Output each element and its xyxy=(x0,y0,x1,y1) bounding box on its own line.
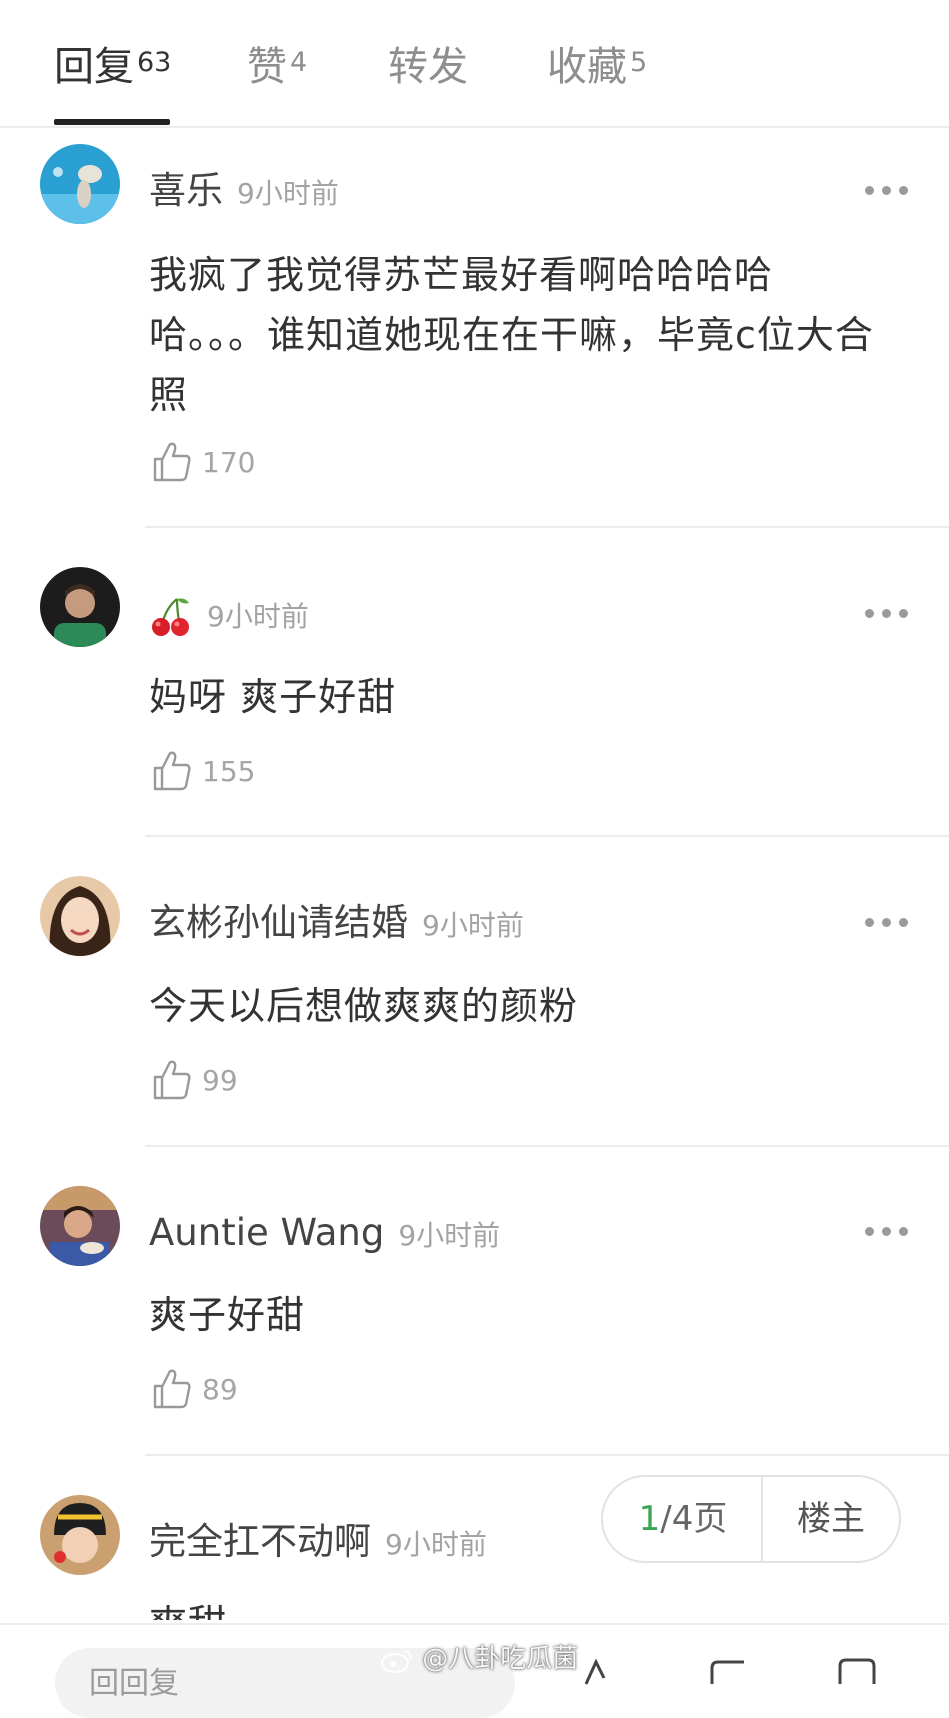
comment-author[interactable]: Auntie Wang 9小时前 xyxy=(149,1211,500,1258)
author-name: 玄彬孙仙请结婚 xyxy=(149,901,408,944)
thumbs-up-icon xyxy=(153,442,191,482)
comment-divider xyxy=(145,835,949,837)
avatar[interactable] xyxy=(40,1495,120,1575)
watermark-text: @八卦吃瓜菌 xyxy=(422,1644,579,1674)
avatar-image-woman xyxy=(40,876,120,956)
thumbs-up-icon xyxy=(153,1369,191,1409)
comment-text: 我疯了我觉得苏芒最好看啊哈哈哈哈 哈。。。谁知道她现在在干嘛，毕竟c位大合 照 xyxy=(149,253,874,417)
avatar-image-eating xyxy=(40,1186,120,1266)
tab-replies-count: 63 xyxy=(137,47,172,78)
tab-favorites-label: 收藏 xyxy=(547,44,627,90)
comment-time: 9小时前 xyxy=(207,599,309,633)
avatar-image-swimmer xyxy=(40,144,120,224)
weibo-watermark: @八卦吃瓜菌 xyxy=(380,1638,578,1675)
comment-time: 9小时前 xyxy=(398,1219,501,1252)
comment-text: 妈呀 爽子好甜 xyxy=(149,675,397,719)
total-pages: /4页 xyxy=(660,1499,728,1539)
more-options-icon[interactable] xyxy=(865,606,911,620)
author-name: 完全扛不动啊 xyxy=(149,1520,371,1563)
comment-author[interactable]: 喜乐 9小时前 xyxy=(149,169,339,216)
bottom-bar-divider xyxy=(0,1623,949,1625)
tab-replies[interactable]: 回复 63 xyxy=(54,42,171,92)
thumbs-up-icon xyxy=(153,751,191,791)
weibo-logo-icon xyxy=(380,1649,413,1673)
current-page: 1 xyxy=(638,1499,661,1539)
comment-time: 9小时前 xyxy=(422,909,524,942)
comment-icon[interactable] xyxy=(706,1656,750,1686)
tab-likes-count: 4 xyxy=(290,47,308,78)
comment-divider xyxy=(145,1454,949,1456)
page-navigator: 1/4页 楼主 xyxy=(601,1475,901,1563)
avatar[interactable] xyxy=(40,144,120,224)
tab-favorites[interactable]: 收藏 5 xyxy=(547,42,647,92)
comment-author[interactable]: 玄彬孙仙请结婚 9小时前 xyxy=(149,901,524,948)
reply-placeholder: 回回复 xyxy=(89,1666,179,1701)
tab-replies-label: 回复 xyxy=(54,44,134,90)
like-count: 170 xyxy=(202,445,256,479)
comment-text: 今天以后想做爽爽的颜粉 xyxy=(149,984,579,1028)
comment-time: 9小时前 xyxy=(237,177,339,210)
like-button[interactable]: 155 xyxy=(152,749,255,793)
more-options-icon[interactable] xyxy=(865,915,911,929)
more-options-icon[interactable] xyxy=(865,183,911,197)
page-indicator-button[interactable]: 1/4页 xyxy=(603,1477,763,1561)
tab-reposts[interactable]: 转发 xyxy=(388,42,468,92)
author-only-button[interactable]: 楼主 xyxy=(763,1477,899,1561)
avatar[interactable] xyxy=(40,567,120,647)
comment-text: 爽甜 xyxy=(149,1594,909,1620)
author-name: Auntie Wang xyxy=(149,1211,385,1254)
like-button[interactable]: 99 xyxy=(152,1058,238,1102)
tab-bar: 回复 63 赞4 转发 收藏 5 xyxy=(0,0,949,128)
more-options-icon[interactable] xyxy=(865,1224,911,1238)
like-button[interactable]: 89 xyxy=(152,1367,238,1411)
avatar[interactable] xyxy=(40,1186,120,1266)
like-button[interactable]: 170 xyxy=(152,440,255,484)
tab-reposts-label: 转发 xyxy=(388,44,468,90)
like-count: 89 xyxy=(202,1372,238,1406)
like-bar-icon[interactable] xyxy=(834,1656,878,1686)
like-count: 99 xyxy=(202,1063,238,1097)
like-count: 155 xyxy=(202,754,256,788)
tab-favorites-count: 5 xyxy=(630,47,648,78)
author-name: 喜乐 xyxy=(149,169,223,212)
avatar-image-child xyxy=(40,1495,120,1575)
avatar[interactable] xyxy=(40,876,120,956)
comment-divider xyxy=(145,526,949,528)
cherry-emoji-icon xyxy=(152,597,189,636)
comment-author[interactable]: 完全扛不动啊 9小时前 xyxy=(149,1520,487,1567)
share-icon[interactable] xyxy=(582,1656,622,1686)
comment-text: 爽子好甜 xyxy=(149,1293,306,1337)
tab-likes-label: 赞 xyxy=(247,44,287,90)
thumbs-up-icon xyxy=(153,1060,191,1100)
active-tab-indicator xyxy=(54,119,170,125)
comment-time: 9小时前 xyxy=(385,1528,487,1561)
avatar-image-man xyxy=(40,567,120,647)
tab-likes[interactable]: 赞4 xyxy=(247,42,307,92)
comment-author[interactable]: 9小时前 xyxy=(149,593,309,639)
comment-divider xyxy=(145,1145,949,1147)
